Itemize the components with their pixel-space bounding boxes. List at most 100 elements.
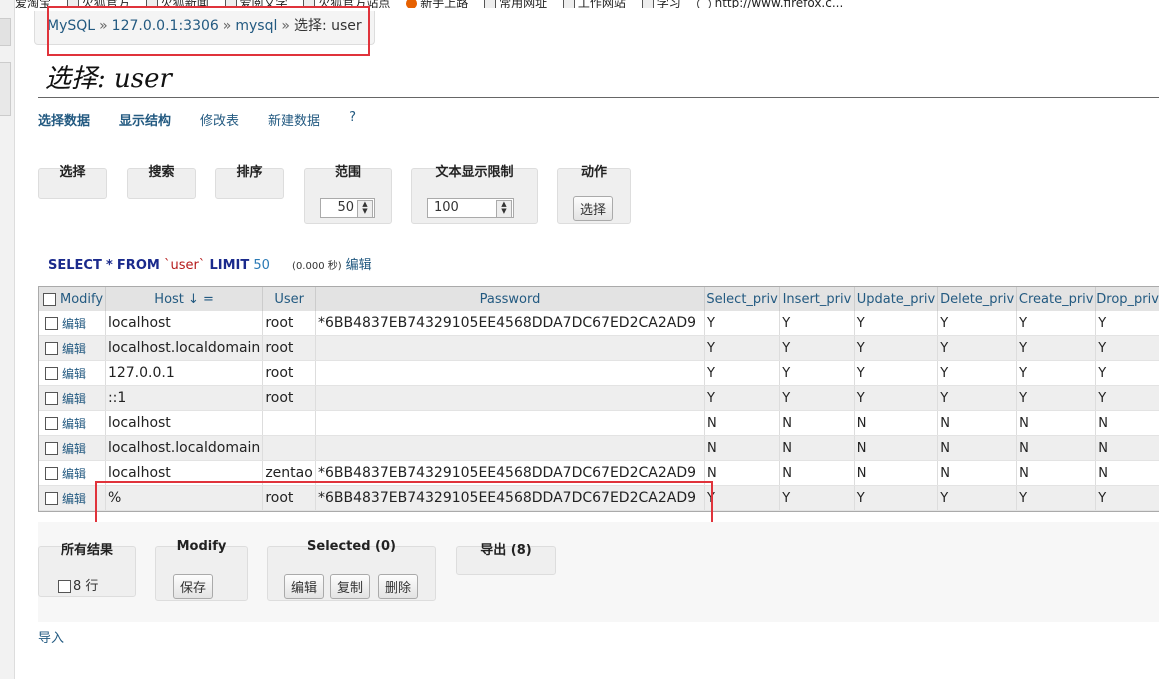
cell-password[interactable]: *6BB4837EB74329105EE4568DDA7DC67ED2CA2AD… — [315, 311, 705, 336]
row-checkbox[interactable] — [45, 417, 58, 430]
row-edit-link[interactable]: 编辑 — [62, 492, 86, 506]
save-button[interactable]: 保存 — [173, 574, 214, 599]
cell-drop-priv[interactable]: Y — [1095, 360, 1159, 386]
column-header-select-priv[interactable]: Select_priv — [704, 287, 781, 311]
cell-user[interactable]: root — [262, 360, 316, 386]
range-input[interactable]: 50 ▲ ▼ — [320, 198, 375, 218]
cell-password[interactable] — [315, 435, 705, 461]
cell-host[interactable]: localhost.localdomain — [105, 335, 264, 361]
delete-selected-button[interactable]: 删除 — [378, 574, 419, 599]
column-header-update-priv[interactable]: Update_priv — [854, 287, 939, 311]
cell-delete-priv[interactable]: N — [937, 410, 1018, 436]
cell-create-priv[interactable]: Y — [1016, 360, 1097, 386]
cell-delete-priv[interactable]: N — [937, 460, 1018, 486]
spinner-arrows-icon[interactable]: ▲ ▼ — [357, 200, 373, 218]
cell-select-priv[interactable]: Y — [704, 360, 781, 386]
clone-selected-button[interactable]: 复制 — [330, 574, 371, 599]
column-header-drop-priv[interactable]: Drop_priv — [1095, 287, 1159, 311]
select-submit-button[interactable]: 选择 — [573, 196, 614, 221]
import-link[interactable]: 导入 — [38, 627, 64, 646]
cell-host[interactable]: 127.0.0.1 — [105, 360, 264, 386]
cell-user[interactable]: root — [262, 335, 316, 361]
cell-host[interactable]: localhost — [105, 410, 264, 436]
cell-insert-priv[interactable]: Y — [779, 385, 855, 411]
cell-create-priv[interactable]: N — [1016, 460, 1097, 486]
cell-user[interactable] — [262, 435, 316, 461]
bookmark-item[interactable]: http://www.firefox.c... — [696, 0, 843, 8]
cell-password[interactable] — [315, 335, 705, 361]
cell-delete-priv[interactable]: Y — [937, 311, 1018, 336]
sort-fieldset[interactable]: 排序 — [215, 165, 284, 199]
cell-select-priv[interactable]: Y — [704, 385, 781, 411]
cell-host[interactable]: localhost.localdomain — [105, 435, 264, 461]
row-checkbox[interactable] — [45, 392, 58, 405]
cell-create-priv[interactable]: Y — [1016, 485, 1097, 511]
cell-select-priv[interactable]: Y — [704, 485, 781, 511]
row-checkbox[interactable] — [45, 317, 58, 330]
row-edit-link[interactable]: 编辑 — [62, 467, 86, 481]
cell-delete-priv[interactable]: N — [937, 435, 1018, 461]
cell-drop-priv[interactable]: N — [1095, 460, 1159, 486]
cell-create-priv[interactable]: N — [1016, 410, 1097, 436]
row-edit-link[interactable]: 编辑 — [62, 317, 86, 331]
column-header-delete-priv[interactable]: Delete_priv — [937, 287, 1018, 311]
cell-host[interactable]: ::1 — [105, 385, 264, 411]
cell-password[interactable] — [315, 360, 705, 386]
sidebar-toggle[interactable] — [0, 18, 11, 46]
tab-structure[interactable]: 显示结构 — [119, 110, 171, 129]
cell-select-priv[interactable]: Y — [704, 311, 781, 336]
cell-insert-priv[interactable]: Y — [779, 335, 855, 361]
edit-selected-button[interactable]: 编辑 — [284, 574, 325, 599]
select-all-checkbox[interactable] — [43, 292, 56, 306]
all-rows-option[interactable]: 8 行 — [58, 575, 98, 594]
cell-update-priv[interactable]: N — [854, 410, 939, 436]
row-checkbox[interactable] — [45, 467, 58, 480]
tab-new-item[interactable]: 新建数据 — [268, 110, 320, 129]
cell-drop-priv[interactable]: Y — [1095, 385, 1159, 411]
cell-delete-priv[interactable]: Y — [937, 385, 1018, 411]
cell-insert-priv[interactable]: Y — [779, 485, 855, 511]
cell-update-priv[interactable]: Y — [854, 360, 939, 386]
column-header-insert-priv[interactable]: Insert_priv — [779, 287, 855, 311]
bookmark-item[interactable]: 新手上路 — [406, 0, 468, 8]
cell-password[interactable] — [315, 410, 705, 436]
cell-delete-priv[interactable]: Y — [937, 335, 1018, 361]
export-legend[interactable]: 导出 (8) — [457, 539, 555, 558]
bookmark-item[interactable]: 常用网址 — [484, 0, 547, 8]
cell-update-priv[interactable]: N — [854, 435, 939, 461]
tab-select-data[interactable]: 选择数据 — [38, 110, 90, 129]
bookmark-item[interactable]: 工作网站 — [562, 0, 626, 8]
row-checkbox[interactable] — [45, 367, 58, 380]
cell-select-priv[interactable]: N — [704, 410, 781, 436]
tab-help[interactable]: ? — [349, 110, 356, 129]
cell-create-priv[interactable]: Y — [1016, 311, 1097, 336]
cell-delete-priv[interactable]: Y — [937, 360, 1018, 386]
export-fieldset[interactable]: 导出 (8) — [456, 543, 556, 575]
cell-create-priv[interactable]: N — [1016, 435, 1097, 461]
cell-create-priv[interactable]: Y — [1016, 385, 1097, 411]
cell-host[interactable]: localhost — [105, 311, 264, 336]
cell-drop-priv[interactable]: Y — [1095, 335, 1159, 361]
cell-user[interactable]: root — [262, 311, 316, 336]
edit-query-link[interactable]: 编辑 — [346, 258, 372, 273]
cell-drop-priv[interactable]: N — [1095, 410, 1159, 436]
select-legend[interactable]: 选择 — [39, 161, 106, 180]
cell-create-priv[interactable]: Y — [1016, 335, 1097, 361]
text-limit-input[interactable]: 100 ▲ ▼ — [427, 198, 514, 218]
select-fieldset[interactable]: 选择 — [38, 165, 107, 199]
cell-drop-priv[interactable]: N — [1095, 435, 1159, 461]
sort-legend[interactable]: 排序 — [216, 161, 283, 180]
cell-password[interactable] — [315, 385, 705, 411]
spinner-arrows-icon[interactable]: ▲ ▼ — [496, 200, 512, 218]
cell-update-priv[interactable]: Y — [854, 385, 939, 411]
cell-insert-priv[interactable]: Y — [779, 360, 855, 386]
cell-insert-priv[interactable]: N — [779, 460, 855, 486]
row-checkbox[interactable] — [45, 342, 58, 355]
search-fieldset[interactable]: 搜索 — [127, 165, 196, 199]
column-header-user[interactable]: User — [262, 287, 316, 311]
cell-insert-priv[interactable]: Y — [779, 311, 855, 336]
cell-update-priv[interactable]: N — [854, 460, 939, 486]
row-edit-link[interactable]: 编辑 — [62, 442, 86, 456]
cell-update-priv[interactable]: Y — [854, 335, 939, 361]
cell-drop-priv[interactable]: Y — [1095, 311, 1159, 336]
